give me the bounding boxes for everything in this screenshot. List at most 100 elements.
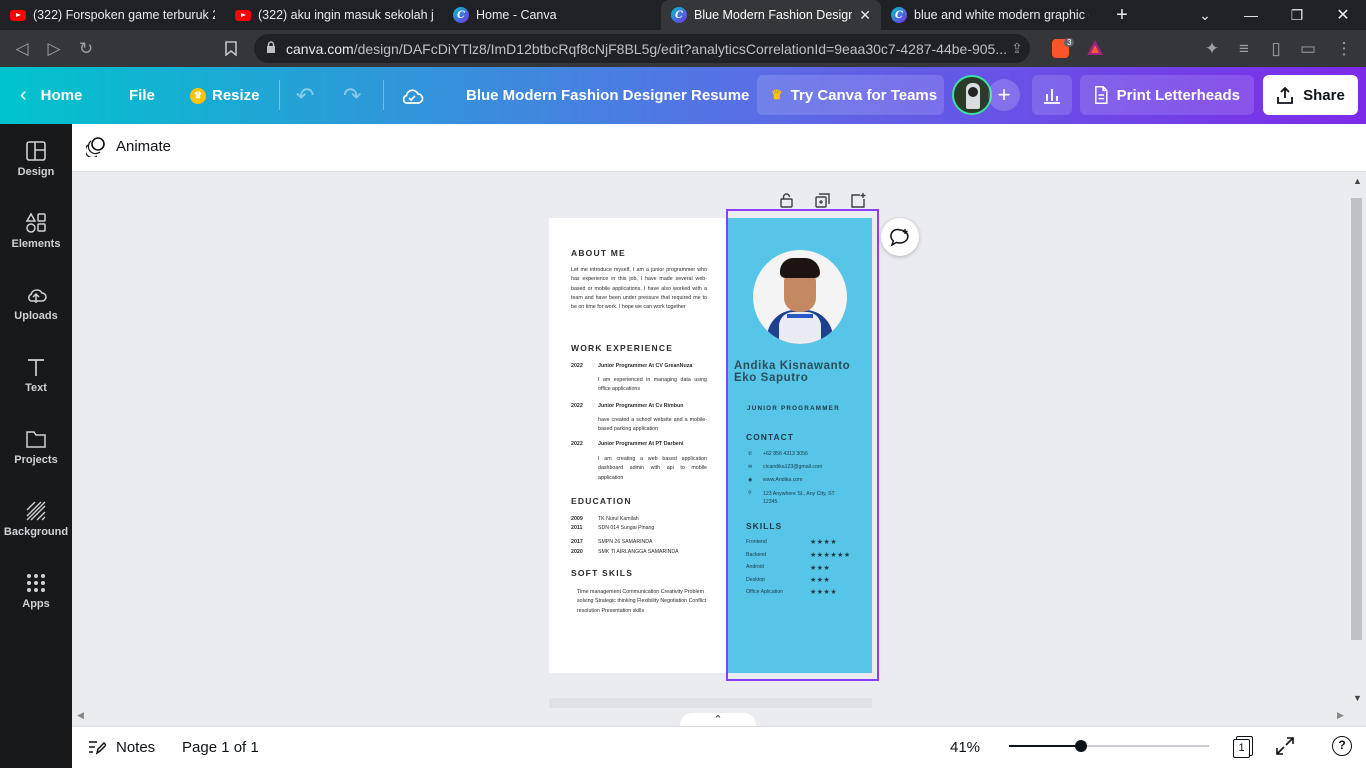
try-teams-button[interactable]: ♛ Try Canva for Teams xyxy=(757,75,944,115)
soft-skills-heading: SOFT SKILS xyxy=(571,568,634,578)
restore-icon[interactable]: ❐ xyxy=(1274,0,1320,30)
duplicate-icon[interactable] xyxy=(812,190,832,210)
browser-tab[interactable]: (322) Forspoken game terburuk 20 xyxy=(0,0,225,30)
file-menu-button[interactable]: File xyxy=(129,67,155,124)
work-title: Junior Programmer At CV GreanNuza xyxy=(598,363,693,369)
zoom-slider[interactable] xyxy=(1009,740,1209,752)
sidebar-item-background[interactable]: Background xyxy=(0,486,72,552)
tab-title: (322) aku ingin masuk sekolah jam xyxy=(258,8,433,22)
page-grid-button[interactable]: 1 xyxy=(1233,736,1255,758)
education-heading: EDUCATION xyxy=(571,496,632,506)
share-label: Share xyxy=(1303,86,1345,104)
about-text: Let me introduce myself, I am a junior p… xyxy=(571,267,707,311)
bottom-bar xyxy=(72,726,1366,768)
browser-tab[interactable]: C Home - Canva xyxy=(443,0,661,30)
sidebar-item-apps[interactable]: Apps xyxy=(0,558,72,624)
chevron-left-icon: ‹ xyxy=(20,84,27,106)
tab-title: blue and white modern graphic de xyxy=(914,8,1089,22)
page-indicator[interactable]: Page 1 of 1 xyxy=(182,726,259,768)
selection-outline[interactable] xyxy=(726,209,879,681)
extensions-icon[interactable]: ✦ xyxy=(1198,30,1226,67)
forward-icon[interactable]: ▷ xyxy=(40,30,68,67)
close-tab-icon[interactable]: ✕ xyxy=(859,7,871,24)
sidebar-item-uploads[interactable]: Uploads xyxy=(0,270,72,336)
uploads-icon xyxy=(28,289,47,303)
insights-icon[interactable] xyxy=(1032,75,1072,115)
projects-icon xyxy=(26,431,46,448)
edu-school: TK Nurul Kamilah xyxy=(598,516,639,522)
avatar[interactable] xyxy=(952,75,992,115)
home-label: Home xyxy=(40,87,83,104)
lock-icon[interactable] xyxy=(776,190,796,210)
scroll-up-icon[interactable]: ▲ xyxy=(1353,176,1362,186)
bookmark-icon[interactable] xyxy=(217,30,245,67)
zoom-value[interactable]: 41% xyxy=(950,726,980,768)
scroll-left-icon[interactable]: ◀ xyxy=(77,710,84,721)
divider xyxy=(383,80,384,110)
url-path: /design/DAFcDiYTlz8/ImD12btbcRqf8cNjF8BL… xyxy=(353,40,1008,57)
address-bar[interactable]: canva.com/design/DAFcDiYTlz8/ImD12btbcRq… xyxy=(254,34,1030,63)
share-button[interactable]: Share xyxy=(1263,75,1358,115)
browser-tab-active[interactable]: C Blue Modern Fashion Designe ✕ xyxy=(661,0,881,30)
sidebar-item-label: Text xyxy=(25,382,47,394)
notes-button[interactable]: Notes xyxy=(88,726,155,768)
add-page-icon[interactable] xyxy=(848,190,868,210)
reload-icon[interactable]: ↻ xyxy=(72,30,100,67)
divider xyxy=(279,80,280,110)
share-page-icon[interactable]: ⇪ xyxy=(1003,30,1031,67)
edu-school: SMK TI AIRLANGGA SAMARINDA xyxy=(598,549,679,555)
edu-year: 2017 xyxy=(571,539,583,545)
home-button[interactable]: ‹ Home xyxy=(20,67,82,124)
sidebar-toggle-icon[interactable]: ▯ xyxy=(1262,30,1290,67)
add-member-icon[interactable]: + xyxy=(988,79,1020,111)
page-count: 1 xyxy=(1233,739,1250,758)
work-title: Junior Programmer At Cv Rimbun xyxy=(598,403,684,409)
minimize-icon[interactable]: — xyxy=(1228,0,1274,30)
scroll-right-icon[interactable]: ▶ xyxy=(1337,710,1344,721)
zoom-slider-thumb[interactable] xyxy=(1075,740,1087,752)
media-icon[interactable]: ≡ xyxy=(1230,30,1258,67)
help-button[interactable]: ? xyxy=(1332,736,1352,756)
sidebar-item-text[interactable]: Text xyxy=(0,342,72,408)
new-tab-button[interactable]: + xyxy=(1099,0,1145,30)
canva-icon: C xyxy=(453,7,469,23)
resize-button[interactable]: ♛ Resize xyxy=(190,67,260,124)
sidebar-item-elements[interactable]: Elements xyxy=(0,198,72,264)
edu-school: SDN 014 Sungai Pinang xyxy=(598,525,655,531)
cloud-saved-icon[interactable] xyxy=(400,67,424,124)
animate-label: Animate xyxy=(116,138,172,155)
browser-tab[interactable]: (322) aku ingin masuk sekolah jam xyxy=(225,0,443,30)
work-year: 2022 xyxy=(571,363,583,369)
sidebar-item-design[interactable]: Design xyxy=(0,126,72,192)
sidebar-item-projects[interactable]: Projects xyxy=(0,414,72,480)
sidebar-item-label: Apps xyxy=(22,598,50,610)
youtube-icon xyxy=(10,9,26,21)
fullscreen-icon[interactable] xyxy=(1275,736,1295,761)
tab-search-icon[interactable]: ⌄ xyxy=(1182,0,1228,30)
tab-title: Home - Canva xyxy=(476,8,557,22)
edu-year: 2020 xyxy=(571,549,583,555)
work-desc: I am experienced in managing data using … xyxy=(598,377,707,393)
scroll-down-icon[interactable]: ▼ xyxy=(1353,693,1362,703)
work-year: 2022 xyxy=(571,441,583,447)
print-letterheads-button[interactable]: Print Letterheads xyxy=(1080,75,1254,115)
brave-rewards-icon[interactable] xyxy=(1086,39,1104,61)
vertical-scrollbar[interactable] xyxy=(1351,176,1366,706)
wallet-icon[interactable]: ▭ xyxy=(1294,30,1322,67)
work-year: 2022 xyxy=(571,403,583,409)
resize-label: Resize xyxy=(212,87,260,104)
close-window-icon[interactable]: ✕ xyxy=(1320,0,1366,30)
add-comment-icon[interactable] xyxy=(881,218,919,256)
redo-icon[interactable]: ↷ xyxy=(343,67,361,124)
animate-button[interactable]: Animate xyxy=(86,136,171,157)
about-heading: ABOUT ME xyxy=(571,248,626,258)
undo-icon[interactable]: ↶ xyxy=(296,67,314,124)
back-icon[interactable]: ◁ xyxy=(8,30,36,67)
edu-school: SMPN 26 SAMARINDA xyxy=(598,539,653,545)
design-title[interactable]: Blue Modern Fashion Designer Resume xyxy=(466,67,749,124)
lock-icon xyxy=(266,41,276,57)
chevron-up-icon[interactable]: ⌃ xyxy=(680,713,756,727)
browser-tab[interactable]: C blue and white modern graphic de xyxy=(881,0,1099,30)
browser-menu-icon[interactable]: ⋮ xyxy=(1330,30,1358,67)
tab-title: (322) Forspoken game terburuk 20 xyxy=(33,8,215,22)
